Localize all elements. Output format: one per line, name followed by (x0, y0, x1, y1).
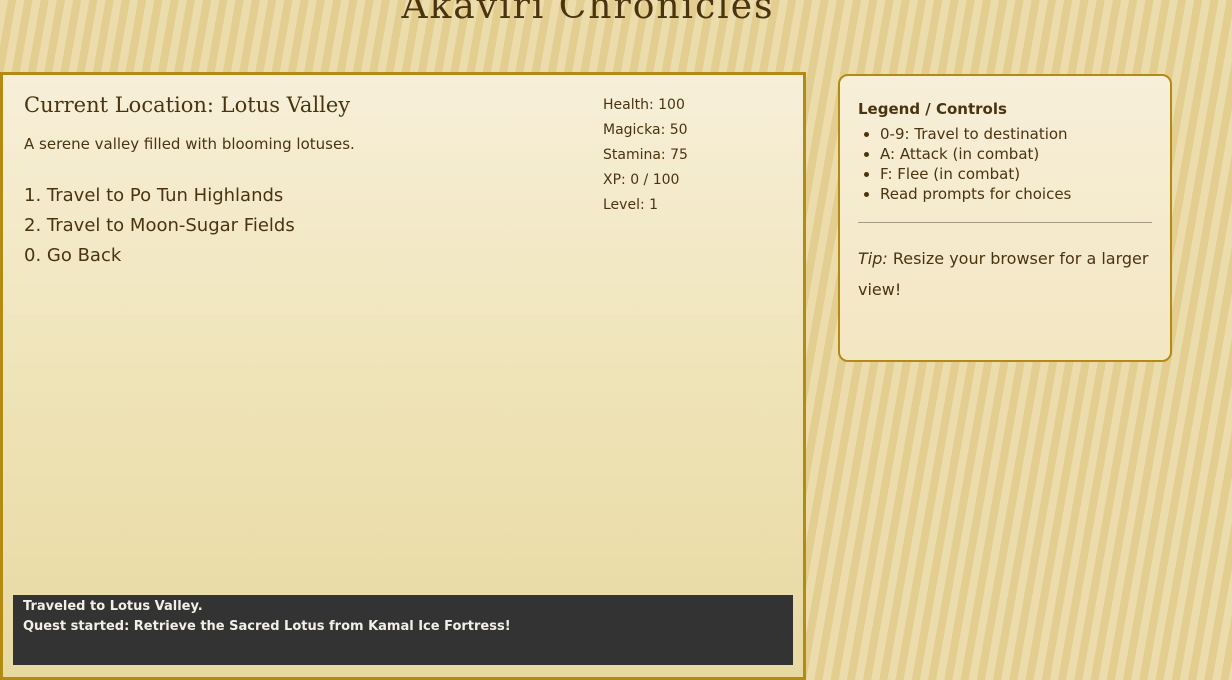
game-title: Akaviri Chronicles (401, 0, 775, 27)
legend-item-attack: A: Attack (in combat) (880, 144, 1152, 164)
location-title: Current Location: Lotus Valley (24, 93, 351, 117)
option-travel-po-tun-highlands[interactable]: 1. Travel to Po Tun Highlands (24, 181, 295, 211)
message-log: Traveled to Lotus Valley. Quest started:… (13, 595, 793, 665)
legend-title: Legend / Controls (858, 100, 1007, 118)
stat-health: Health: 100 (603, 97, 685, 113)
tip-text: Tip: Resize your browser for a larger vi… (858, 243, 1152, 305)
location-description: A serene valley filled with blooming lot… (24, 135, 355, 153)
tip-label: Tip: (858, 249, 888, 268)
travel-options: 1. Travel to Po Tun Highlands 2. Travel … (24, 181, 295, 271)
legend-item-travel: 0-9: Travel to destination (880, 124, 1152, 144)
log-line: Traveled to Lotus Valley. (23, 599, 203, 614)
game-panel: Current Location: Lotus Valley A serene … (0, 72, 806, 680)
stat-level: Level: 1 (603, 197, 659, 213)
legend-item-prompts: Read prompts for choices (880, 184, 1152, 204)
stat-stamina: Stamina: 75 (603, 147, 688, 163)
legend-list: 0-9: Travel to destination A: Attack (in… (858, 124, 1152, 204)
legend-divider (858, 222, 1152, 223)
log-line: Quest started: Retrieve the Sacred Lotus… (23, 619, 511, 634)
stat-magicka: Magicka: 50 (603, 122, 688, 138)
legend-panel: Legend / Controls 0-9: Travel to destina… (838, 74, 1172, 362)
player-stats: Health: 100 Magicka: 50 Stamina: 75 XP: … (603, 93, 688, 218)
legend-item-flee: F: Flee (in combat) (880, 164, 1152, 184)
tip-body: Resize your browser for a larger view! (858, 249, 1149, 299)
option-go-back[interactable]: 0. Go Back (24, 241, 295, 271)
stat-xp: XP: 0 / 100 (603, 172, 680, 188)
option-travel-moon-sugar-fields[interactable]: 2. Travel to Moon-Sugar Fields (24, 211, 295, 241)
